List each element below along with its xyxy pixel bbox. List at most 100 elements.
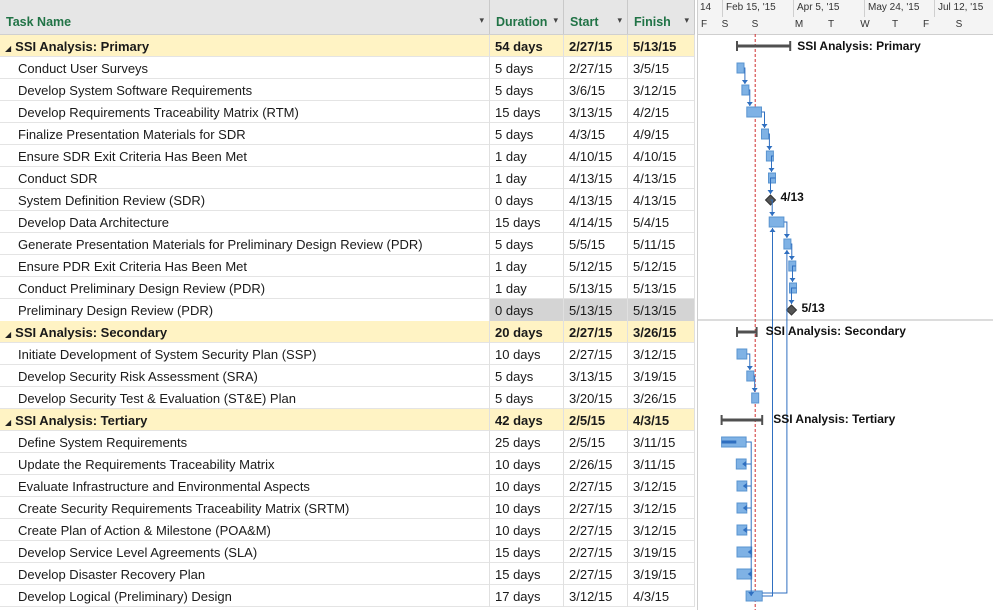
task-name-cell[interactable]: Develop Disaster Recovery Plan bbox=[0, 563, 490, 585]
task-start-cell[interactable]: 2/27/15 bbox=[564, 321, 628, 343]
task-start-cell[interactable]: 4/14/15 bbox=[564, 211, 628, 233]
task-row[interactable]: Develop System Software Requirements 5 da… bbox=[0, 79, 695, 101]
task-finish-cell[interactable]: 3/19/15 bbox=[628, 563, 695, 585]
task-row[interactable]: System Definition Review (SDR) 0 days 4/13… bbox=[0, 189, 695, 211]
collapse-triangle-icon[interactable]: ◢ bbox=[5, 44, 11, 53]
task-start-cell[interactable]: 2/27/15 bbox=[564, 563, 628, 585]
task-name-cell[interactable]: Conduct Preliminary Design Review (PDR) bbox=[0, 277, 490, 299]
task-duration-cell[interactable]: 10 days bbox=[490, 453, 564, 475]
task-bar[interactable] bbox=[768, 216, 785, 228]
task-name-cell[interactable]: Develop Security Test & Evaluation (ST&E… bbox=[0, 387, 490, 409]
task-bar[interactable] bbox=[745, 590, 763, 602]
milestone-diamond[interactable] bbox=[785, 304, 798, 316]
task-bar[interactable] bbox=[746, 106, 762, 118]
task-start-cell[interactable]: 4/13/15 bbox=[564, 189, 628, 211]
task-finish-cell[interactable]: 4/3/15 bbox=[628, 585, 695, 607]
column-header-task-name[interactable]: Task Name ▾ bbox=[0, 0, 490, 34]
task-duration-cell[interactable]: 20 days bbox=[490, 321, 564, 343]
column-header-finish[interactable]: Finish ▾ bbox=[628, 0, 695, 34]
task-start-cell[interactable]: 4/13/15 bbox=[564, 167, 628, 189]
task-name-cell[interactable]: Finalize Presentation Materials for SDR bbox=[0, 123, 490, 145]
task-finish-cell[interactable]: 4/9/15 bbox=[628, 123, 695, 145]
task-start-cell[interactable]: 2/27/15 bbox=[564, 343, 628, 365]
task-duration-cell[interactable]: 15 days bbox=[490, 563, 564, 585]
task-start-cell[interactable]: 3/6/15 bbox=[564, 79, 628, 101]
task-name-cell[interactable]: Develop System Software Requirements bbox=[0, 79, 490, 101]
task-duration-cell[interactable]: 1 day bbox=[490, 277, 564, 299]
task-duration-cell[interactable]: 15 days bbox=[490, 101, 564, 123]
task-finish-cell[interactable]: 3/26/15 bbox=[628, 387, 695, 409]
task-duration-cell[interactable]: 1 day bbox=[490, 167, 564, 189]
task-row[interactable]: Ensure SDR Exit Criteria Has Been Met 1 d… bbox=[0, 145, 695, 167]
task-duration-cell[interactable]: 5 days bbox=[490, 233, 564, 255]
column-header-duration[interactable]: Duration ▾ bbox=[490, 0, 564, 34]
task-duration-cell[interactable]: 10 days bbox=[490, 343, 564, 365]
task-name-cell[interactable]: System Definition Review (SDR) bbox=[0, 189, 490, 211]
task-duration-cell[interactable]: 5 days bbox=[490, 123, 564, 145]
task-name-cell[interactable]: Update the Requirements Traceability Mat… bbox=[0, 453, 490, 475]
gantt-chart[interactable]: 14 Feb 15, '15 Apr 5, '15 May 24, '15 Jul 12… bbox=[697, 0, 993, 610]
task-bar[interactable] bbox=[736, 348, 748, 360]
task-name-cell[interactable]: Ensure SDR Exit Criteria Has Been Met bbox=[0, 145, 490, 167]
collapse-triangle-icon[interactable]: ◢ bbox=[5, 418, 11, 427]
task-name-cell[interactable]: Evaluate Infrastructure and Environmenta… bbox=[0, 475, 490, 497]
task-bar[interactable] bbox=[736, 62, 745, 74]
summary-task-row[interactable]: ◢ SSI Analysis: Secondary 20 days 2/27/15 3/… bbox=[0, 321, 695, 343]
task-name-cell[interactable]: Develop Data Architecture bbox=[0, 211, 490, 233]
task-finish-cell[interactable]: 4/13/15 bbox=[628, 167, 695, 189]
task-start-cell[interactable]: 5/12/15 bbox=[564, 255, 628, 277]
task-start-cell[interactable]: 2/27/15 bbox=[564, 541, 628, 563]
task-row[interactable]: Develop Security Test & Evaluation (ST&E… bbox=[0, 387, 695, 409]
gantt-canvas[interactable]: SSI Analysis: Primary 4/13 5/13 SSI Analysi… bbox=[698, 0, 993, 610]
task-duration-cell[interactable]: 17 days bbox=[490, 585, 564, 607]
task-finish-cell[interactable]: 4/10/15 bbox=[628, 145, 695, 167]
task-finish-cell[interactable]: 3/26/15 bbox=[628, 321, 695, 343]
task-bar[interactable] bbox=[783, 238, 792, 250]
task-name-cell[interactable]: Conduct SDR bbox=[0, 167, 490, 189]
task-row[interactable]: Develop Logical (Preliminary) Design 17 d… bbox=[0, 585, 695, 607]
task-row[interactable]: Finalize Presentation Materials for SDR 5… bbox=[0, 123, 695, 145]
task-finish-cell[interactable]: 5/13/15 bbox=[628, 277, 695, 299]
task-row[interactable]: Develop Service Level Agreements (SLA) 15… bbox=[0, 541, 695, 563]
task-name-cell[interactable]: Develop Security Risk Assessment (SRA) bbox=[0, 365, 490, 387]
task-row[interactable]: Develop Data Architecture 15 days 4/14/15 5… bbox=[0, 211, 695, 233]
task-name-cell[interactable]: Create Security Requirements Traceabilit… bbox=[0, 497, 490, 519]
task-start-cell[interactable]: 5/5/15 bbox=[564, 233, 628, 255]
task-duration-cell[interactable]: 25 days bbox=[490, 431, 564, 453]
task-finish-cell[interactable]: 3/12/15 bbox=[628, 475, 695, 497]
task-start-cell[interactable]: 3/13/15 bbox=[564, 101, 628, 123]
task-duration-cell[interactable]: 10 days bbox=[490, 475, 564, 497]
task-bar[interactable] bbox=[746, 370, 755, 382]
task-duration-cell[interactable]: 5 days bbox=[490, 57, 564, 79]
task-row[interactable]: Conduct SDR 1 day 4/13/15 4/13/15 bbox=[0, 167, 695, 189]
task-start-cell[interactable]: 2/27/15 bbox=[564, 35, 628, 57]
task-name-cell[interactable]: Conduct User Surveys bbox=[0, 57, 490, 79]
task-duration-cell[interactable]: 10 days bbox=[490, 497, 564, 519]
task-row[interactable]: Develop Disaster Recovery Plan 15 days 2/2… bbox=[0, 563, 695, 585]
task-finish-cell[interactable]: 4/2/15 bbox=[628, 101, 695, 123]
task-finish-cell[interactable]: 3/5/15 bbox=[628, 57, 695, 79]
task-name-cell[interactable]: ◢ SSI Analysis: Secondary bbox=[0, 321, 490, 343]
task-duration-cell[interactable]: 15 days bbox=[490, 541, 564, 563]
task-row[interactable]: Develop Requirements Traceability Matrix… bbox=[0, 101, 695, 123]
task-start-cell[interactable]: 2/27/15 bbox=[564, 519, 628, 541]
task-start-cell[interactable]: 5/13/15 bbox=[564, 277, 628, 299]
task-start-cell[interactable]: 4/3/15 bbox=[564, 123, 628, 145]
task-row[interactable]: Update the Requirements Traceability Mat… bbox=[0, 453, 695, 475]
task-name-cell[interactable]: Preliminary Design Review (PDR) bbox=[0, 299, 490, 321]
column-header-start[interactable]: Start ▾ bbox=[564, 0, 628, 34]
task-name-cell[interactable]: Initiate Development of System Security … bbox=[0, 343, 490, 365]
task-finish-cell[interactable]: 3/11/15 bbox=[628, 453, 695, 475]
task-duration-cell[interactable]: 0 days bbox=[490, 189, 564, 211]
task-duration-cell[interactable]: 42 days bbox=[490, 409, 564, 431]
task-name-cell[interactable]: Ensure PDR Exit Criteria Has Been Met bbox=[0, 255, 490, 277]
task-row[interactable]: Develop Security Risk Assessment (SRA) 5 … bbox=[0, 365, 695, 387]
task-duration-cell[interactable]: 1 day bbox=[490, 255, 564, 277]
task-start-cell[interactable]: 2/5/15 bbox=[564, 431, 628, 453]
task-row[interactable]: Generate Presentation Materials for Prel… bbox=[0, 233, 695, 255]
task-name-cell[interactable]: Create Plan of Action & Milestone (POA&M… bbox=[0, 519, 490, 541]
task-start-cell[interactable]: 3/20/15 bbox=[564, 387, 628, 409]
task-finish-cell[interactable]: 3/19/15 bbox=[628, 365, 695, 387]
task-duration-cell[interactable]: 1 day bbox=[490, 145, 564, 167]
task-name-cell[interactable]: ◢ SSI Analysis: Tertiary bbox=[0, 409, 490, 431]
